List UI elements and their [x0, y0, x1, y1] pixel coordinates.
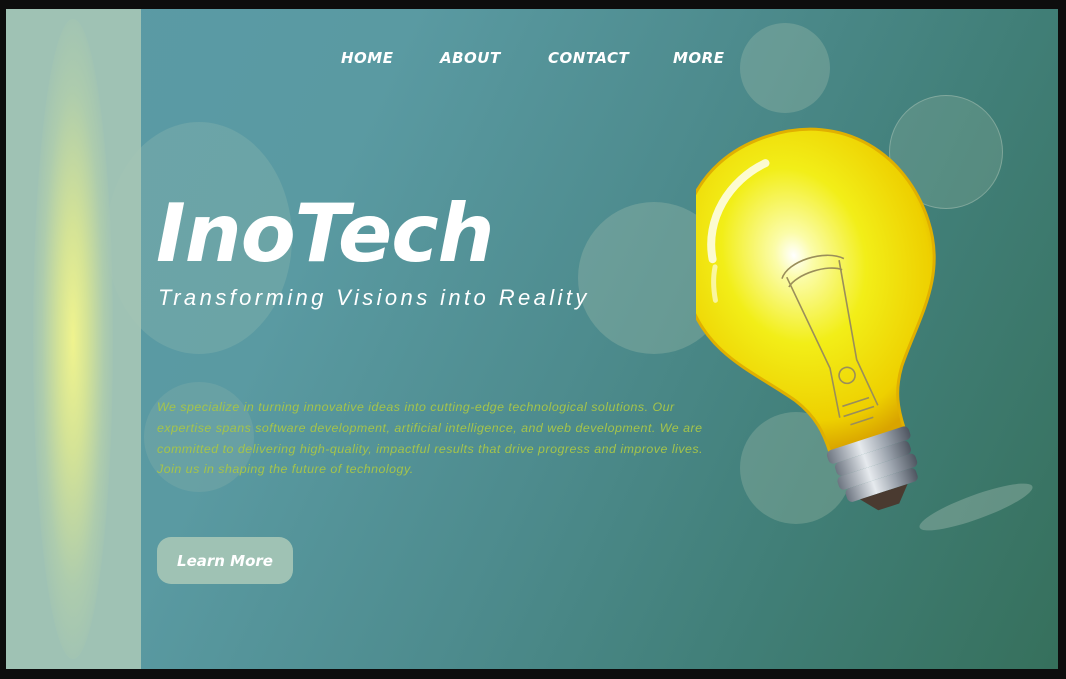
top-navigation: HOME ABOUT CONTACT MORE — [341, 49, 724, 67]
lightbulb-icon — [696, 127, 1033, 531]
nav-item-about[interactable]: ABOUT — [440, 49, 548, 67]
bulb-glass — [696, 127, 936, 455]
bulb-shadow — [919, 483, 1033, 531]
hero-description: We specialize in turning innovative idea… — [157, 400, 704, 477]
sidebar-glow — [33, 19, 113, 659]
landing-page: HOME ABOUT CONTACT MORE InoTech Transfor… — [6, 9, 1058, 669]
bokeh-circle — [740, 23, 830, 113]
left-sidebar-panel — [6, 9, 141, 669]
nav-item-more[interactable]: MORE — [673, 49, 724, 67]
nav-item-contact[interactable]: CONTACT — [548, 49, 673, 67]
learn-more-button[interactable]: Learn More — [157, 537, 293, 584]
hero-title: InoTech — [156, 187, 495, 280]
nav-item-home[interactable]: HOME — [341, 49, 440, 67]
hero-tagline: Transforming Visions into Reality — [158, 285, 590, 310]
